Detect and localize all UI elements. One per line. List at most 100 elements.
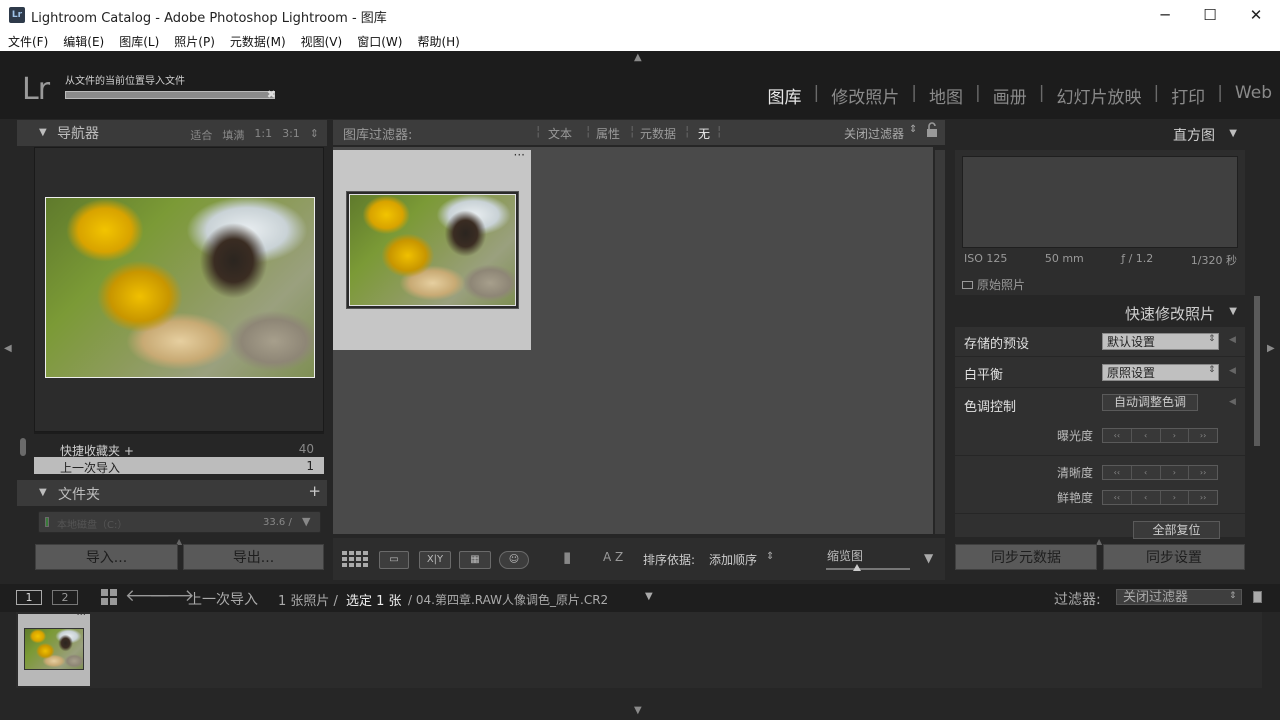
zoom-fit[interactable]: 适合	[190, 127, 212, 143]
module-book[interactable]: 画册	[985, 83, 1035, 108]
bottom-panel-toggle-icon[interactable]: ▼	[634, 705, 642, 716]
export-button[interactable]: 导出...	[183, 544, 324, 570]
left-panel-toggle-icon[interactable]: ◀	[4, 343, 12, 354]
collapse-triangle-icon[interactable]: ▼	[1229, 128, 1237, 139]
step-up-large-icon[interactable]: ››	[1189, 491, 1217, 504]
step-down-icon[interactable]: ‹	[1132, 491, 1161, 504]
filter-text[interactable]: 文本	[548, 125, 572, 142]
saved-preset-dropdown[interactable]: 默认设置	[1102, 333, 1219, 350]
catalog-previous-import[interactable]: 上一次导入 1	[34, 457, 324, 475]
cell-badge-icon[interactable]: ···	[514, 148, 525, 162]
module-library[interactable]: 图库	[760, 83, 810, 108]
step-down-large-icon[interactable]: ‹‹	[1103, 466, 1132, 479]
step-up-icon[interactable]: ›	[1161, 429, 1190, 442]
collapse-triangle-icon[interactable]: ▼	[39, 487, 47, 498]
left-panel-scrollbar[interactable]	[20, 438, 26, 456]
folders-header[interactable]: ▼ 文件夹 +	[17, 480, 327, 506]
volume-menu-icon[interactable]: ▼	[302, 515, 310, 528]
slider-handle[interactable]	[853, 564, 861, 571]
histogram-header[interactable]: 直方图 ▼	[952, 120, 1247, 146]
vibrance-stepper[interactable]: ‹‹ ‹ › ››	[1102, 490, 1218, 505]
expand-row-icon[interactable]: ◀	[1229, 397, 1236, 407]
primary-window-button[interactable]: 1	[16, 590, 42, 605]
expand-row-icon[interactable]: ◀	[1229, 366, 1236, 376]
step-up-large-icon[interactable]: ››	[1189, 466, 1217, 479]
filter-preset-dropdown[interactable]: 关闭过滤器	[844, 125, 904, 142]
module-print[interactable]: 打印	[1163, 83, 1213, 108]
right-panel-toggle-icon[interactable]: ▶	[1267, 343, 1275, 354]
menu-help[interactable]: 帮助(H)	[409, 30, 466, 51]
catalog-quick-collection[interactable]: 快捷收藏夹 + 40	[34, 440, 324, 458]
zoom-menu-icon[interactable]: ⇕	[310, 127, 319, 143]
filter-none[interactable]: 无	[698, 125, 710, 142]
zoom-3-1[interactable]: 3:1	[282, 127, 300, 143]
filter-metadata[interactable]: 元数据	[640, 125, 676, 142]
step-down-icon[interactable]: ‹	[1132, 466, 1161, 479]
module-develop[interactable]: 修改照片	[823, 83, 907, 108]
quick-develop-header[interactable]: 快速修改照片 ▼	[952, 301, 1247, 325]
menu-metadata[interactable]: 元数据(M)	[222, 30, 293, 51]
thumbnail-size-slider[interactable]	[826, 568, 910, 570]
filter-toggle-icon[interactable]	[1253, 591, 1262, 603]
grid-view-icon[interactable]	[341, 550, 369, 568]
collapse-triangle-icon[interactable]: ▼	[39, 127, 47, 138]
navigator-photo[interactable]	[45, 197, 315, 378]
original-photo-checkbox[interactable]	[962, 281, 973, 289]
import-button[interactable]: 导入...	[35, 544, 178, 570]
menu-window[interactable]: 窗口(W)	[349, 30, 409, 51]
menu-file[interactable]: 文件(F)	[0, 30, 55, 51]
collapse-triangle-icon[interactable]: ▼	[1229, 306, 1237, 317]
sort-direction-icon[interactable]: A Z	[603, 550, 623, 564]
minimize-button[interactable]: ─	[1142, 0, 1188, 30]
secondary-window-button[interactable]: 2	[52, 590, 78, 605]
filmstrip-filter-dropdown[interactable]: 关闭过滤器	[1116, 589, 1242, 605]
navigator-header[interactable]: ▼ 导航器 适合 填满 1:1 3:1 ⇕	[17, 120, 327, 146]
file-menu-icon[interactable]: ▼	[645, 591, 653, 602]
module-slideshow[interactable]: 幻灯片放映	[1048, 83, 1149, 108]
right-panel-scrollbar[interactable]	[1254, 296, 1260, 446]
filter-attribute[interactable]: 属性	[596, 125, 620, 142]
volume-row[interactable]: 本地磁盘（C:） 33.6 / ▼	[38, 511, 321, 533]
survey-view-icon[interactable]: ▦	[459, 551, 491, 569]
menu-photo[interactable]: 照片(P)	[166, 30, 222, 51]
toolbar-menu-icon[interactable]: ▼	[924, 551, 933, 565]
auto-tone-button[interactable]: 自动调整色调	[1102, 394, 1198, 411]
module-map[interactable]: 地图	[921, 83, 971, 108]
filmstrip-thumbnail[interactable]	[24, 628, 84, 670]
add-folder-icon[interactable]: +	[308, 482, 321, 500]
step-up-icon[interactable]: ›	[1161, 491, 1190, 504]
source-label[interactable]: 上一次导入	[188, 589, 258, 609]
clarity-stepper[interactable]: ‹‹ ‹ › ››	[1102, 465, 1218, 480]
grid-scrollbar[interactable]	[935, 150, 945, 534]
menu-view[interactable]: 视图(V)	[293, 30, 350, 51]
maximize-button[interactable]: ☐	[1187, 0, 1233, 30]
grid-icon[interactable]	[101, 589, 117, 605]
zoom-1-1[interactable]: 1:1	[254, 127, 272, 143]
step-up-large-icon[interactable]: ››	[1189, 429, 1217, 442]
loupe-view-icon[interactable]: ▭	[379, 551, 409, 569]
sync-metadata-button[interactable]: 同步元数据	[955, 544, 1097, 570]
zoom-fill[interactable]: 填满	[222, 127, 244, 143]
expand-row-icon[interactable]: ◀	[1229, 335, 1236, 345]
module-web[interactable]: Web	[1227, 83, 1280, 108]
top-panel-toggle-icon[interactable]: ▲	[634, 52, 642, 63]
grid-thumbnail[interactable]	[350, 195, 515, 305]
exposure-stepper[interactable]: ‹‹ ‹ › ››	[1102, 428, 1218, 443]
step-down-icon[interactable]: ‹	[1132, 429, 1161, 442]
close-button[interactable]: ✕	[1233, 0, 1279, 30]
step-down-large-icon[interactable]: ‹‹	[1103, 429, 1132, 442]
menu-library[interactable]: 图库(L)	[111, 30, 166, 51]
step-up-icon[interactable]: ›	[1161, 466, 1190, 479]
menu-edit[interactable]: 编辑(E)	[55, 30, 111, 51]
original-photo-toggle[interactable]: 原始照片	[962, 276, 1025, 293]
reset-all-button[interactable]: 全部复位	[1133, 521, 1220, 539]
sync-settings-button[interactable]: 同步设置	[1103, 544, 1245, 570]
painter-icon[interactable]: ▮	[563, 548, 571, 566]
compare-view-icon[interactable]: X|Y	[419, 551, 451, 569]
white-balance-dropdown[interactable]: 原照设置	[1102, 364, 1219, 381]
sort-dropdown[interactable]: 添加顺序	[709, 551, 757, 568]
step-down-large-icon[interactable]: ‹‹	[1103, 491, 1132, 504]
cancel-import-icon[interactable]: ✖	[267, 88, 276, 101]
filter-lock-icon[interactable]	[926, 122, 938, 138]
people-view-icon[interactable]: ☺	[499, 551, 529, 569]
